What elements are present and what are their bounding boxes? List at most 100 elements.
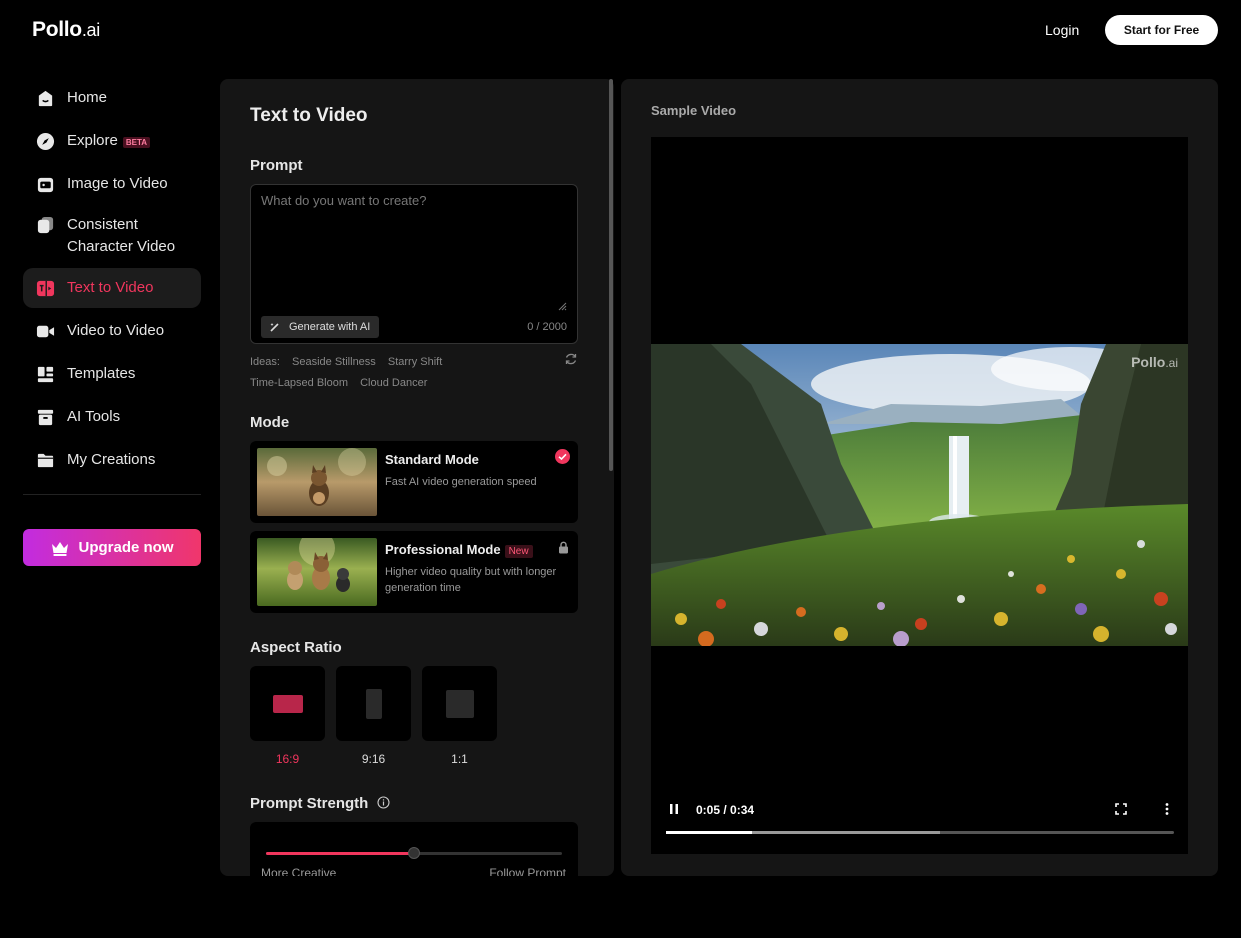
idea-chip[interactable]: Seaside Stillness	[292, 356, 376, 368]
upgrade-label: Upgrade now	[78, 539, 174, 556]
sample-video-panel: Sample Video Pollo.ai 0:05 / 0:34	[621, 79, 1218, 876]
aspect-9-16-button[interactable]	[336, 666, 411, 741]
info-icon[interactable]	[376, 796, 390, 809]
beta-badge: BETA	[122, 136, 151, 148]
prompt-strength-text: Prompt Strength	[250, 795, 369, 812]
ideas-list: Ideas: Seaside Stillness Starry Shift Ti…	[250, 352, 580, 394]
mode-description: Fast AI video generation speed	[385, 476, 537, 488]
aspect-ratio-label: Aspect Ratio	[250, 639, 342, 656]
ideas-label: Ideas:	[250, 356, 280, 368]
landscape-ratio-icon	[272, 694, 303, 713]
sidebar-item-label: My Creations	[67, 451, 156, 468]
text-to-video-form: Text to Video Prompt Generate with AI 0 …	[220, 79, 614, 876]
char-count: 0 / 2000	[527, 321, 567, 333]
folder-icon	[35, 450, 55, 470]
sidebar: Home Explore BETA Image to Video Consist…	[23, 78, 201, 566]
ratio-label: 16:9	[275, 752, 300, 766]
magic-wand-icon	[270, 323, 279, 332]
waterfall-valley-image	[651, 344, 1188, 646]
ratio-label: 9:16	[361, 752, 386, 766]
watermark-main: Pollo	[1131, 354, 1166, 370]
sidebar-item-ai-tools[interactable]: AI Tools	[23, 397, 201, 437]
pollo-logo[interactable]: Pollo.ai	[32, 18, 100, 42]
page-title: Text to Video	[250, 105, 368, 126]
sidebar-item-label: Video to Video	[67, 322, 165, 339]
more-options-icon[interactable]	[1160, 802, 1174, 816]
mode-name: Standard Mode	[385, 452, 479, 467]
standard-mode-card[interactable]: Standard Mode Fast AI video generation s…	[250, 441, 578, 523]
video-played	[666, 831, 753, 834]
portrait-ratio-icon	[365, 688, 382, 719]
mode-name: Professional Mode New	[385, 542, 533, 558]
fullscreen-icon[interactable]	[1114, 802, 1128, 816]
crown-icon	[52, 541, 69, 556]
ratio-label: 1:1	[451, 752, 468, 766]
sidebar-item-label: Explore	[67, 132, 118, 149]
home-icon	[35, 88, 55, 108]
sidebar-item-label: Image to Video	[67, 175, 168, 192]
sidebar-item-explore[interactable]: Explore BETA	[23, 121, 201, 161]
video-camera-icon	[35, 321, 55, 341]
character-icon	[35, 215, 55, 235]
video-frame: Pollo.ai	[651, 344, 1188, 646]
professional-mode-thumbnail	[257, 538, 377, 606]
lock-icon	[559, 541, 568, 554]
video-controls: 0:05 / 0:34	[651, 797, 1188, 837]
start-for-free-button[interactable]: Start for Free	[1105, 15, 1218, 45]
watermark-suffix: .ai	[1165, 356, 1178, 370]
generate-with-ai-label: Generate with AI	[289, 321, 371, 333]
form-scrollbar[interactable]	[609, 79, 613, 471]
strength-slider[interactable]	[266, 847, 562, 859]
prompt-strength-control: More Creative Follow Prompt	[250, 822, 578, 876]
resize-handle-icon[interactable]	[557, 301, 567, 311]
mode-description: Higher video quality but with longer gen…	[385, 566, 557, 594]
sample-video-player[interactable]: Pollo.ai 0:05 / 0:34	[651, 137, 1188, 854]
label-line-2: Character Video	[67, 238, 176, 255]
professional-mode-card[interactable]: Professional Mode New Higher video qualit…	[250, 531, 578, 613]
follow-prompt-label: Follow Prompt	[489, 866, 566, 876]
toolbox-icon	[35, 407, 55, 427]
sidebar-item-label: Text to Video	[67, 279, 154, 296]
more-creative-label: More Creative	[261, 866, 337, 876]
sidebar-item-video-to-video[interactable]: Video to Video	[23, 311, 201, 351]
label-line-1: Consistent	[67, 216, 138, 233]
text-video-icon	[35, 278, 55, 298]
sample-video-title: Sample Video	[651, 103, 737, 118]
sidebar-item-text-to-video[interactable]: Text to Video	[23, 268, 201, 308]
strength-slider-thumb[interactable]	[408, 847, 420, 859]
aspect-1-1-button[interactable]	[422, 666, 497, 741]
video-progress-bar[interactable]	[666, 831, 1174, 834]
check-circle-icon	[555, 449, 570, 464]
video-time: 0:05 / 0:34	[696, 803, 755, 817]
sidebar-item-templates[interactable]: Templates	[23, 354, 201, 394]
prompt-label: Prompt	[250, 157, 303, 174]
image-video-icon	[35, 174, 55, 194]
aspect-16-9-button[interactable]	[250, 666, 325, 741]
compass-icon	[35, 131, 55, 151]
standard-mode-thumbnail	[257, 448, 377, 516]
logo-suffix: .ai	[81, 20, 100, 40]
sidebar-item-image-to-video[interactable]: Image to Video	[23, 164, 201, 204]
sidebar-item-my-creations[interactable]: My Creations	[23, 440, 201, 480]
idea-chip[interactable]: Cloud Dancer	[360, 377, 427, 389]
square-ratio-icon	[445, 689, 474, 718]
prompt-box: Generate with AI 0 / 2000	[250, 184, 578, 344]
sidebar-item-home[interactable]: Home	[23, 78, 201, 118]
prompt-input[interactable]	[261, 193, 561, 208]
generate-with-ai-button[interactable]: Generate with AI	[261, 316, 380, 338]
idea-chip[interactable]: Starry Shift	[388, 356, 442, 368]
sidebar-item-label: AI Tools	[67, 408, 121, 425]
strength-slider-fill	[266, 852, 414, 855]
idea-chip[interactable]: Time-Lapsed Bloom	[250, 377, 348, 389]
login-link[interactable]: Login	[1045, 22, 1079, 38]
refresh-icon[interactable]	[564, 352, 578, 366]
pollo-watermark: Pollo.ai	[1131, 354, 1178, 370]
mode-name-text: Professional Mode	[385, 542, 501, 557]
prompt-strength-label: Prompt Strength	[250, 795, 390, 812]
sidebar-item-label: Home	[67, 89, 108, 106]
sidebar-item-consistent-character[interactable]: Consistent Character Video	[23, 207, 201, 265]
upgrade-button[interactable]: Upgrade now	[23, 529, 201, 566]
sidebar-item-label: Consistent Character Video	[67, 214, 175, 258]
mode-label: Mode	[250, 414, 290, 431]
pause-icon[interactable]	[667, 802, 681, 816]
